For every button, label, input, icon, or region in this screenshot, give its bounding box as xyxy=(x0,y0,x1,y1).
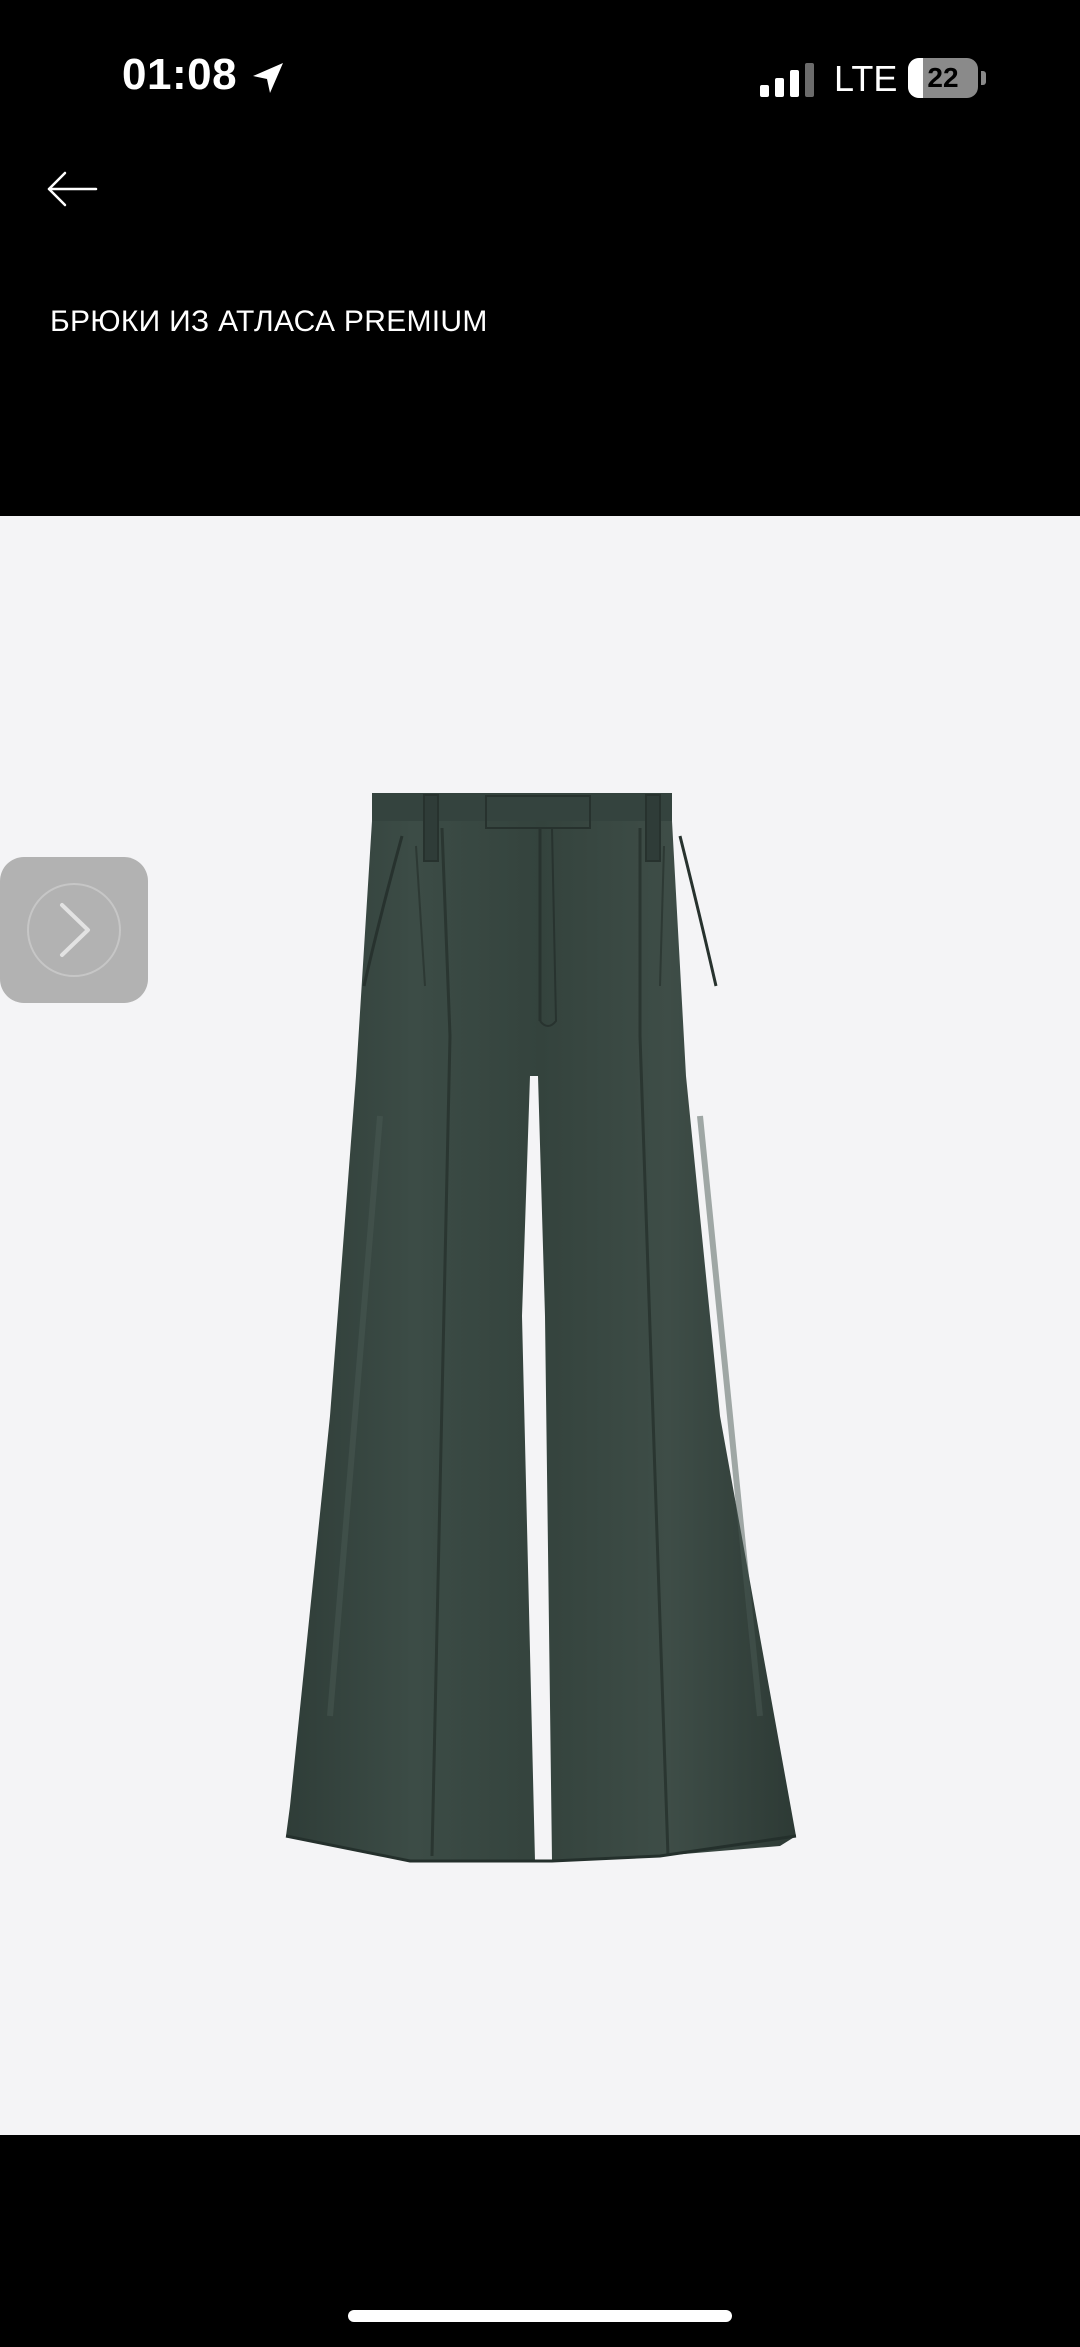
home-indicator[interactable] xyxy=(348,2310,732,2322)
next-image-button[interactable] xyxy=(0,857,148,1003)
signal-icon xyxy=(760,63,814,97)
product-image[interactable] xyxy=(0,516,1080,2135)
product-title: БРЮКИ ИЗ АТЛАСА PREMIUM xyxy=(50,305,488,338)
trousers-photo xyxy=(285,793,797,1863)
network-type: LTE xyxy=(834,58,898,99)
battery-icon: 22 xyxy=(908,58,986,98)
chevron-right-icon xyxy=(60,903,90,957)
location-arrow-icon xyxy=(253,63,283,93)
back-button[interactable] xyxy=(40,160,110,230)
arrow-left-icon xyxy=(47,171,98,207)
battery-level: 22 xyxy=(927,62,959,93)
status-bar: 01:08 LTE 22 xyxy=(0,0,1080,150)
status-time: 01:08 xyxy=(122,50,238,99)
